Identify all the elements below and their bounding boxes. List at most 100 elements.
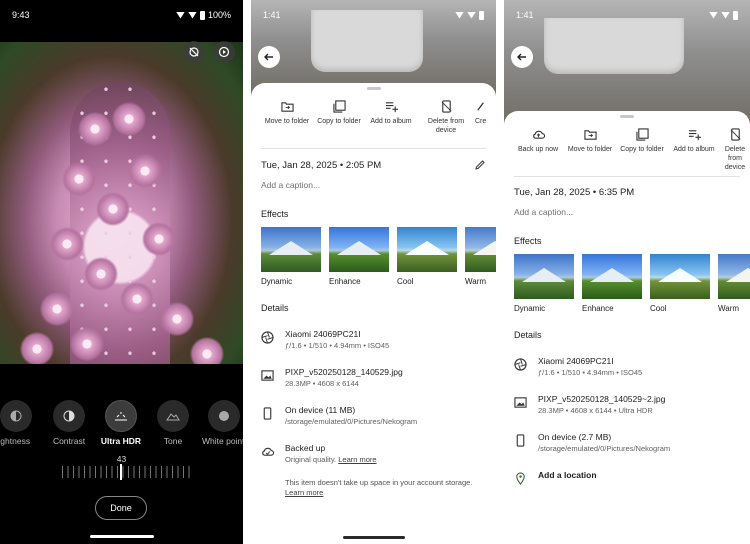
phone-icon xyxy=(516,434,525,447)
wifi-icon xyxy=(709,11,718,19)
effect-label: Dynamic xyxy=(261,277,293,286)
copy-folder-icon xyxy=(635,127,649,141)
delete-from-device-button[interactable]: Delete from device xyxy=(417,98,475,148)
wifi-icon xyxy=(455,11,464,19)
storage-path: /storage/emulated/0/Pictures/Nekogram xyxy=(285,417,418,426)
signal-icon xyxy=(187,11,197,19)
date-row: Tue, Jan 28, 2025 • 2:05 PM xyxy=(251,149,496,171)
copy-folder-icon xyxy=(332,99,346,113)
storage-detail: On device (11 MB) /storage/emulated/0/Pic… xyxy=(251,404,496,428)
signal-icon xyxy=(467,11,476,19)
back-button[interactable] xyxy=(258,46,280,68)
effect-enhance[interactable]: Enhance xyxy=(329,227,389,286)
move-to-folder-button[interactable]: Move to folder xyxy=(261,98,313,148)
effect-label: Dynamic xyxy=(514,304,546,313)
tool-ultra-hdr[interactable]: Ultra HDR xyxy=(91,400,151,446)
photo-date: Tue, Jan 28, 2025 • 2:05 PM xyxy=(261,159,382,171)
photo-preview xyxy=(0,42,243,364)
adjust-tools: Brightness Contrast Ultra HDR Tone White… xyxy=(0,400,243,448)
storage-path: /storage/emulated/0/Pictures/Nekogram xyxy=(538,444,671,453)
date-row: Tue, Jan 28, 2025 • 6:35 PM xyxy=(504,177,750,198)
compare-icon[interactable] xyxy=(183,41,205,63)
action-label: Delete from device xyxy=(427,118,465,134)
tool-label: White point xyxy=(202,436,243,446)
effects-row: Dynamic Enhance Cool Warm xyxy=(251,219,496,286)
effect-dynamic[interactable]: Dynamic xyxy=(261,227,321,286)
backup-detail: Backed up Original quality. Learn more xyxy=(251,442,496,466)
add-album-icon xyxy=(688,129,701,140)
location-detail[interactable]: Add a location xyxy=(504,469,750,490)
gesture-bar xyxy=(89,535,154,538)
file-name: PIXP_v520250128_140529.jpg xyxy=(285,367,403,377)
effect-label: Warm xyxy=(718,304,740,313)
status-icons: 100% xyxy=(175,10,231,20)
create-button[interactable]: Cre xyxy=(475,98,495,148)
info-sheet: Move to folder Copy to folder Add to alb… xyxy=(251,83,496,544)
effect-cool[interactable]: Cool xyxy=(397,227,457,286)
action-label: Add to album xyxy=(673,146,715,153)
photo-date: Tue, Jan 28, 2025 • 6:35 PM xyxy=(514,187,635,198)
status-bar: 1:41 xyxy=(251,0,496,30)
play-icon[interactable] xyxy=(213,41,235,63)
photo-editor-screen: 9:43 100% Brightness Contra xyxy=(0,0,243,544)
action-label: Move to folder xyxy=(567,146,613,153)
camera-detail: Xiaomi 24069PC21I ƒ/1.6 • 1/510 • 4.94mm … xyxy=(251,328,496,352)
learn-more-link-2[interactable]: Learn more xyxy=(285,488,323,497)
cloud-upload-icon xyxy=(532,130,545,139)
photo-info-screen-2: 1:41 Back up now Move to folder Copy to … xyxy=(504,0,750,544)
file-specs: 28.3MP • 4608 x 6144 xyxy=(285,379,359,388)
delete-from-device-button[interactable]: Delete from device xyxy=(720,126,750,176)
effect-warm[interactable]: Warm xyxy=(718,254,750,313)
camera-model: Xiaomi 24069PC21I xyxy=(538,356,614,366)
tool-label: Ultra HDR xyxy=(100,436,142,446)
edit-pencil-icon[interactable] xyxy=(474,159,486,171)
tool-label: Tone xyxy=(163,436,183,446)
effects-title: Effects xyxy=(261,209,289,219)
storage-title: On device (11 MB) xyxy=(285,405,356,415)
camera-detail: Xiaomi 24069PC21I ƒ/1.6 • 1/510 • 4.94mm … xyxy=(504,355,750,379)
action-label: Copy to folder xyxy=(317,118,361,125)
add-album-icon xyxy=(385,101,398,112)
caption-input[interactable]: Add a caption... xyxy=(251,171,496,190)
photo-info-screen: 1:41 Move to folder Copy to folder Add t… xyxy=(251,0,496,544)
brightness-icon xyxy=(10,410,22,422)
caption-input[interactable]: Add a caption... xyxy=(504,198,750,217)
back-up-now-button[interactable]: Back up now xyxy=(512,126,564,176)
editor-top-icons xyxy=(183,41,235,63)
back-button[interactable] xyxy=(511,46,533,68)
move-to-folder-button[interactable]: Move to folder xyxy=(564,126,616,176)
tool-label: Brightness xyxy=(0,436,31,446)
add-location-link[interactable]: Add a location xyxy=(538,469,597,481)
file-name: PIXP_v520250128_140529~2.jpg xyxy=(538,394,666,404)
tool-white-point[interactable]: White point xyxy=(194,400,243,446)
slider-indicator xyxy=(120,464,122,480)
tool-contrast[interactable]: Contrast xyxy=(39,400,99,446)
effect-label: Warm xyxy=(465,277,487,286)
copy-to-folder-button[interactable]: Copy to folder xyxy=(313,98,365,148)
action-label: Copy to folder xyxy=(620,146,664,153)
details-title: Details xyxy=(514,330,542,340)
add-to-album-button[interactable]: Add to album xyxy=(668,126,720,176)
effect-cool[interactable]: Cool xyxy=(650,254,710,313)
tone-icon xyxy=(166,413,180,421)
adjust-slider[interactable] xyxy=(62,464,194,480)
file-detail: PIXP_v520250128_140529~2.jpg 28.3MP • 460… xyxy=(504,393,750,417)
battery-percent: 100% xyxy=(207,10,231,20)
add-to-album-button[interactable]: Add to album xyxy=(365,98,417,148)
ultra-hdr-icon xyxy=(115,412,127,421)
effect-warm[interactable]: Warm xyxy=(465,227,496,286)
copy-to-folder-button[interactable]: Copy to folder xyxy=(616,126,668,176)
storage-detail: On device (2.7 MB) /storage/emulated/0/Pi… xyxy=(504,431,750,455)
location-pin-icon xyxy=(516,472,525,485)
file-specs: 28.3MP • 4608 x 6144 • Ultra HDR xyxy=(538,406,653,415)
effect-enhance[interactable]: Enhance xyxy=(582,254,642,313)
action-label: Delete from device xyxy=(724,146,746,171)
image-icon xyxy=(514,397,527,408)
done-button[interactable]: Done xyxy=(95,496,147,520)
white-point-icon xyxy=(219,411,229,421)
learn-more-link[interactable]: Learn more xyxy=(338,455,376,464)
action-row: Move to folder Copy to folder Add to alb… xyxy=(251,90,496,148)
effect-dynamic[interactable]: Dynamic xyxy=(514,254,574,313)
effect-label: Cool xyxy=(650,304,667,313)
effect-label: Enhance xyxy=(582,304,614,313)
